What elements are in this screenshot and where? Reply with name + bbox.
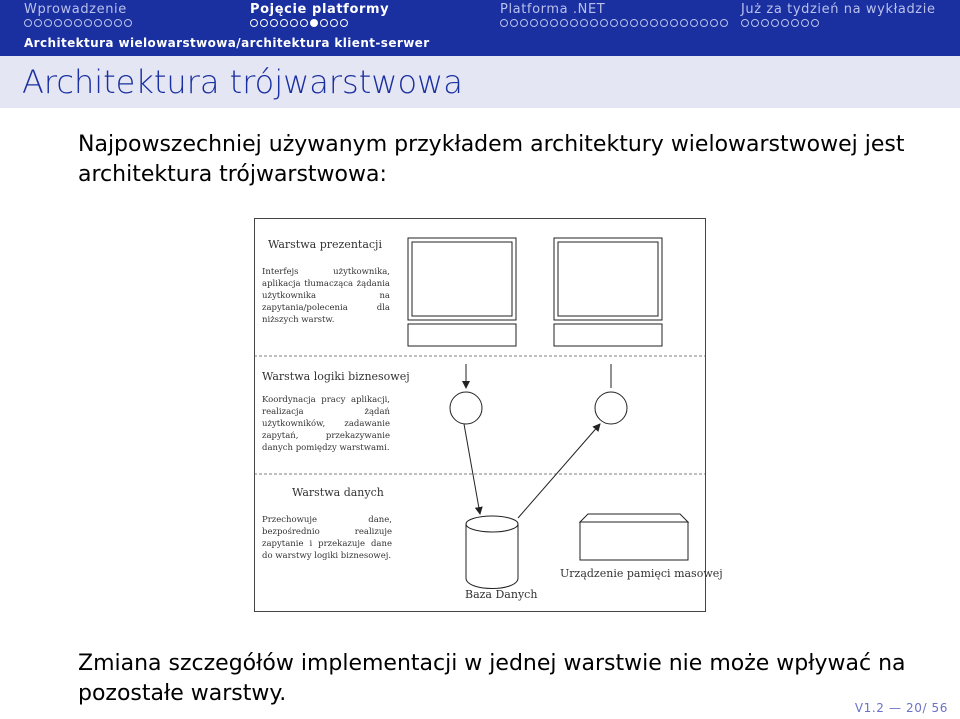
slide-dot-icon[interactable] xyxy=(610,19,618,27)
version-label: V1.2 xyxy=(854,701,885,715)
slide-footer: V1.2 — 20/ 56 xyxy=(855,701,948,715)
slide-dot-icon[interactable] xyxy=(550,19,558,27)
slide-dot-icon[interactable] xyxy=(670,19,678,27)
slide-dot-icon[interactable] xyxy=(530,19,538,27)
nav-slide-dots xyxy=(24,19,132,27)
footer-separator: — xyxy=(888,701,902,715)
slide-dot-icon[interactable] xyxy=(340,19,348,27)
subsection-title[interactable]: Architektura wielowarstwowa/architektura… xyxy=(24,36,430,50)
slide-dot-icon[interactable] xyxy=(680,19,688,27)
slide-dot-icon[interactable] xyxy=(751,19,759,27)
slide-dot-icon[interactable] xyxy=(560,19,568,27)
nav-section-title[interactable]: Wprowadzenie xyxy=(24,2,127,17)
slide-dot-icon[interactable] xyxy=(700,19,708,27)
slide-dot-icon[interactable] xyxy=(660,19,668,27)
monitor-left-icon xyxy=(407,237,517,347)
slide-dot-icon[interactable] xyxy=(771,19,779,27)
slide-dot-icon[interactable] xyxy=(500,19,508,27)
logic-node-right-icon xyxy=(594,391,628,425)
slide-dot-icon[interactable] xyxy=(690,19,698,27)
slide-dot-icon[interactable] xyxy=(520,19,528,27)
data-layer-title: Warstwa danych xyxy=(292,486,384,499)
mass-storage-label: Urządzenie pamięci masowej xyxy=(560,567,723,580)
slide-dot-icon[interactable] xyxy=(270,19,278,27)
nav-slide-dots xyxy=(500,19,728,27)
nav-section-title[interactable]: Platforma .NET xyxy=(500,2,605,17)
slide-dot-icon[interactable] xyxy=(761,19,769,27)
slide-dot-icon[interactable] xyxy=(330,19,338,27)
slide-dot-icon[interactable] xyxy=(630,19,638,27)
slide-dot-icon[interactable] xyxy=(580,19,588,27)
slide-dot-icon[interactable] xyxy=(74,19,82,27)
slide-dot-icon[interactable] xyxy=(540,19,548,27)
database-label: Baza Danych xyxy=(465,588,538,601)
slide-dot-icon[interactable] xyxy=(510,19,518,27)
slide-dot-icon[interactable] xyxy=(640,19,648,27)
nav-section-title[interactable]: Pojęcie platformy xyxy=(250,2,389,17)
mass-storage-icon xyxy=(578,513,690,561)
nav-section-title[interactable]: Już za tydzień na wykładzie xyxy=(741,2,936,17)
slide-dot-icon[interactable] xyxy=(104,19,112,27)
slide-dot-icon[interactable] xyxy=(280,19,288,27)
slide-dot-icon[interactable] xyxy=(44,19,52,27)
slide-dot-icon[interactable] xyxy=(590,19,598,27)
slide-dot-icon[interactable] xyxy=(94,19,102,27)
slide-dot-icon[interactable] xyxy=(620,19,628,27)
slide-dot-icon[interactable] xyxy=(34,19,42,27)
slide-dot-icon[interactable] xyxy=(600,19,608,27)
slide-dot-icon[interactable] xyxy=(801,19,809,27)
page-number[interactable]: 20/ 56 xyxy=(906,701,948,715)
monitor-right-icon xyxy=(553,237,663,347)
frame-title: Architektura trójwarstwowa xyxy=(22,63,463,101)
slide-dot-icon[interactable] xyxy=(570,19,578,27)
presentation-layer-description: Interfejs użytkownika, aplikacja tłumacz… xyxy=(262,267,390,325)
slide-dot-icon[interactable] xyxy=(250,19,258,27)
logic-node-left-icon xyxy=(449,391,483,425)
logic-layer-description: Koordynacja pracy aplikacji, realizacja … xyxy=(262,395,390,453)
slide-dot-icon[interactable] xyxy=(124,19,132,27)
slide-dot-icon[interactable] xyxy=(320,19,328,27)
presentation-layer-title: Warstwa prezentacji xyxy=(268,238,382,251)
conclusion-text: Zmiana szczegółów implementacji w jednej… xyxy=(78,651,906,706)
slide-dot-icon[interactable] xyxy=(741,19,749,27)
slide-dot-icon[interactable] xyxy=(310,19,318,27)
arrow-logic-to-database xyxy=(463,423,483,515)
intro-text: Najpowszechniej używanym przykładem arch… xyxy=(78,132,905,187)
slide-dot-icon[interactable] xyxy=(650,19,658,27)
slide-dot-icon[interactable] xyxy=(24,19,32,27)
slide-dot-icon[interactable] xyxy=(64,19,72,27)
data-layer-description: Przechowuje dane, bezpośrednio realizuje… xyxy=(262,515,392,561)
three-tier-diagram: Warstwa prezentacji Interfejs użytkownik… xyxy=(254,218,723,612)
slide-dot-icon[interactable] xyxy=(114,19,122,27)
slide-dot-icon[interactable] xyxy=(781,19,789,27)
navigation-header: Wprowadzenie Pojęcie platformy Platforma .… xyxy=(0,0,960,56)
slide-dot-icon[interactable] xyxy=(791,19,799,27)
slide-dot-icon[interactable] xyxy=(54,19,62,27)
slide-dot-icon[interactable] xyxy=(811,19,819,27)
database-icon xyxy=(465,515,519,589)
nav-slide-dots xyxy=(250,19,348,27)
nav-slide-dots xyxy=(741,19,819,27)
slide-dot-icon[interactable] xyxy=(720,19,728,27)
logic-layer-title: Warstwa logiki biznesowej xyxy=(262,370,410,383)
arrow-database-to-logic xyxy=(517,423,601,519)
slide-dot-icon[interactable] xyxy=(300,19,308,27)
slide-dot-icon[interactable] xyxy=(84,19,92,27)
slide-dot-icon[interactable] xyxy=(710,19,718,27)
slide-dot-icon[interactable] xyxy=(290,19,298,27)
slide-dot-icon[interactable] xyxy=(260,19,268,27)
